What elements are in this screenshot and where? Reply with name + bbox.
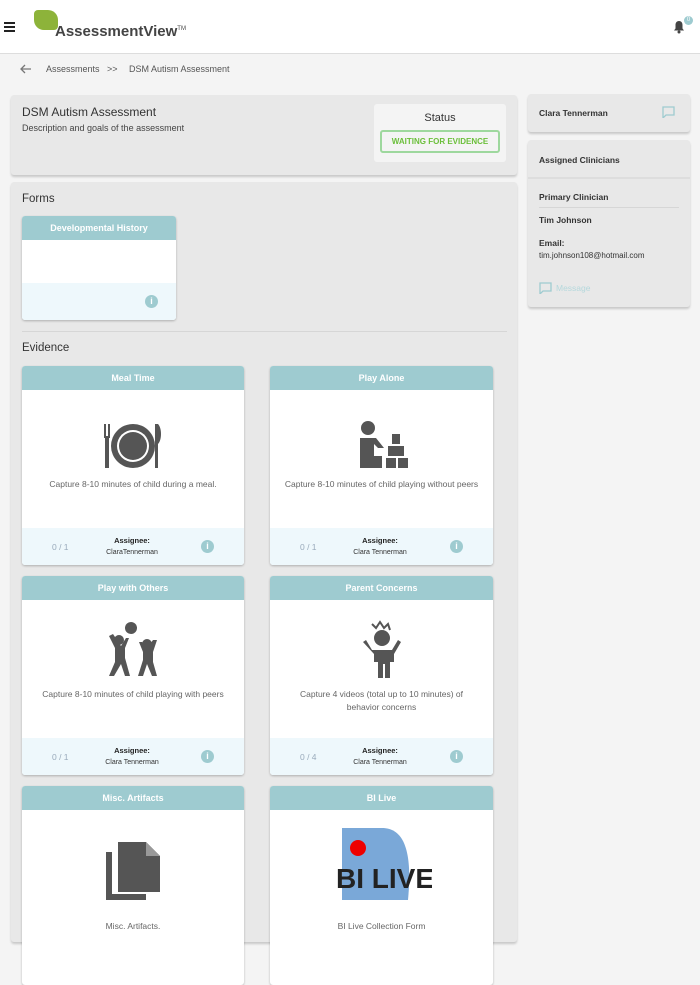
children-ball-icon	[109, 622, 157, 676]
assessment-header-card: DSM Autism Assessment Description and go…	[11, 95, 517, 175]
page-title: DSM Autism Assessment	[22, 105, 157, 119]
bi-live-logo: BI LIVE	[270, 810, 493, 902]
breadcrumb-separator: >>	[107, 64, 118, 74]
evidence-card-play-with-others[interactable]: Play with Others Capture 8-10 minutes of…	[22, 576, 244, 775]
card-description: Misc. Artifacts.	[105, 921, 161, 931]
app-logo[interactable]: AssessmentViewTM	[55, 23, 186, 40]
message-label: Message	[556, 283, 591, 293]
card-title: Play Alone	[270, 366, 493, 390]
chat-icon	[539, 282, 552, 294]
chat-icon[interactable]	[662, 106, 675, 118]
form-card[interactable]: Developmental History i	[22, 216, 176, 320]
divider	[22, 331, 507, 332]
assignee-label: Assignee:	[362, 536, 398, 545]
email-label: Email:	[539, 238, 565, 248]
plate-icon	[104, 424, 161, 468]
assignee-name: Clara Tennerman	[353, 759, 407, 766]
breadcrumb-assessments[interactable]: Assessments	[46, 64, 100, 74]
card-description: Capture 4 videos (total up to 10 minutes…	[299, 689, 463, 712]
status-badge: WAITING FOR EVIDENCE	[380, 130, 500, 153]
status-label: Status	[424, 112, 456, 124]
primary-clinician-label: Primary Clinician	[539, 192, 609, 202]
card-title: Play with Others	[22, 576, 244, 600]
assignee-label: Assignee:	[114, 746, 150, 755]
assigned-clinicians-heading: Assigned Clinicians	[539, 155, 620, 165]
status-box: Status WAITING FOR EVIDENCE	[374, 104, 506, 162]
trademark: TM	[177, 26, 186, 32]
breadcrumb-current: DSM Autism Assessment	[129, 64, 230, 74]
card-title: Meal Time	[22, 366, 244, 390]
app-header: AssessmentViewTM 0	[0, 0, 700, 54]
assignee-label: Assignee:	[114, 536, 150, 545]
forms-heading: Forms	[22, 193, 55, 205]
forms-evidence-panel: Forms Developmental History i Evidence M…	[11, 182, 517, 985]
assignee-name: ClaraTennerman	[106, 549, 158, 556]
assignee-name: Clara Tennerman	[353, 549, 407, 556]
card-title: BI Live	[270, 786, 493, 810]
app-name: AssessmentView	[55, 23, 178, 40]
assignee-label: Assignee:	[362, 746, 398, 755]
info-icon[interactable]: i	[145, 295, 158, 308]
form-title: Developmental History	[22, 216, 176, 240]
clinician-name: Tim Johnson	[539, 215, 592, 225]
bell-icon[interactable]	[673, 20, 685, 34]
info-icon[interactable]: i	[201, 540, 214, 553]
evidence-count: 0 / 1	[52, 752, 69, 762]
card-title: Parent Concerns	[270, 576, 493, 600]
back-arrow-icon[interactable]	[20, 64, 32, 74]
evidence-heading: Evidence	[22, 342, 70, 354]
assessment-description: Description and goals of the assessment	[22, 123, 185, 133]
notification-badge: 0	[684, 16, 693, 25]
evidence-card-parent-concerns[interactable]: Parent Concerns Capture 4 videos (total …	[270, 576, 493, 775]
clinician-email[interactable]: tim.johnson108@hotmail.com	[539, 251, 645, 260]
menu-icon[interactable]	[4, 22, 15, 34]
evidence-count: 0 / 4	[300, 752, 317, 762]
assignee-name: Clara Tennerman	[105, 759, 159, 766]
divider	[528, 177, 690, 179]
evidence-card-misc-artifacts[interactable]: Misc. Artifacts Misc. Artifacts.	[22, 786, 244, 985]
info-icon[interactable]: i	[450, 540, 463, 553]
evidence-card-bi-live[interactable]: BI Live BI LIVE BI Live Collection Form	[270, 786, 493, 985]
evidence-count: 0 / 1	[52, 542, 69, 552]
documents-icon	[106, 842, 160, 900]
patient-card: Clara Tennerman	[528, 94, 690, 132]
card-title: Misc. Artifacts	[22, 786, 244, 810]
clinicians-card: Assigned Clinicians Primary Clinician Ti…	[528, 140, 690, 307]
info-icon[interactable]: i	[450, 750, 463, 763]
evidence-card-play-alone[interactable]: Play Alone Capture 8-10 minutes of child…	[270, 366, 493, 565]
child-blocks-icon	[359, 421, 408, 468]
card-description: Capture 8-10 minutes of child during a m…	[49, 479, 217, 489]
card-description: Capture 8-10 minutes of child playing wi…	[42, 689, 224, 699]
patient-name: Clara Tennerman	[539, 108, 608, 118]
message-button[interactable]: Message	[539, 282, 591, 294]
evidence-card-meal-time[interactable]: Meal Time Capture 8-10 minutes of child …	[22, 366, 244, 565]
divider	[539, 207, 679, 208]
upset-child-icon	[362, 620, 401, 678]
card-description: BI Live Collection Form	[337, 921, 426, 931]
svg-text:BI LIVE: BI LIVE	[336, 863, 432, 894]
info-icon[interactable]: i	[201, 750, 214, 763]
card-description: Capture 8-10 minutes of child playing wi…	[284, 479, 479, 489]
evidence-count: 0 / 1	[300, 542, 317, 552]
